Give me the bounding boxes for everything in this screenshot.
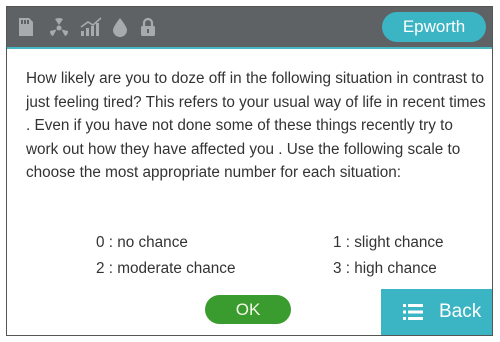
lock-icon: [139, 17, 157, 37]
scale-option-1: 1 : slight chance: [333, 234, 444, 251]
fan-icon: [48, 17, 70, 37]
scale-option-0: 0 : no chance: [96, 234, 188, 251]
scale-option-2: 2 : moderate chance: [96, 260, 236, 277]
signal-graph-icon: [79, 17, 103, 37]
water-drop-icon: [111, 17, 129, 37]
instructions-text: How likely are you to doze off in the fo…: [26, 70, 486, 182]
epworth-title-badge: Epworth: [382, 12, 486, 42]
epworth-screen: Epworth How likely are you to doze off i…: [6, 6, 493, 336]
status-bar: Epworth: [7, 7, 492, 49]
list-icon: [403, 303, 423, 321]
back-button-label: Back: [439, 301, 482, 322]
back-button[interactable]: Back: [381, 289, 492, 335]
sd-card-icon: [17, 17, 35, 37]
scale-option-3: 3 : high chance: [333, 260, 437, 277]
ok-button[interactable]: OK: [205, 295, 291, 324]
